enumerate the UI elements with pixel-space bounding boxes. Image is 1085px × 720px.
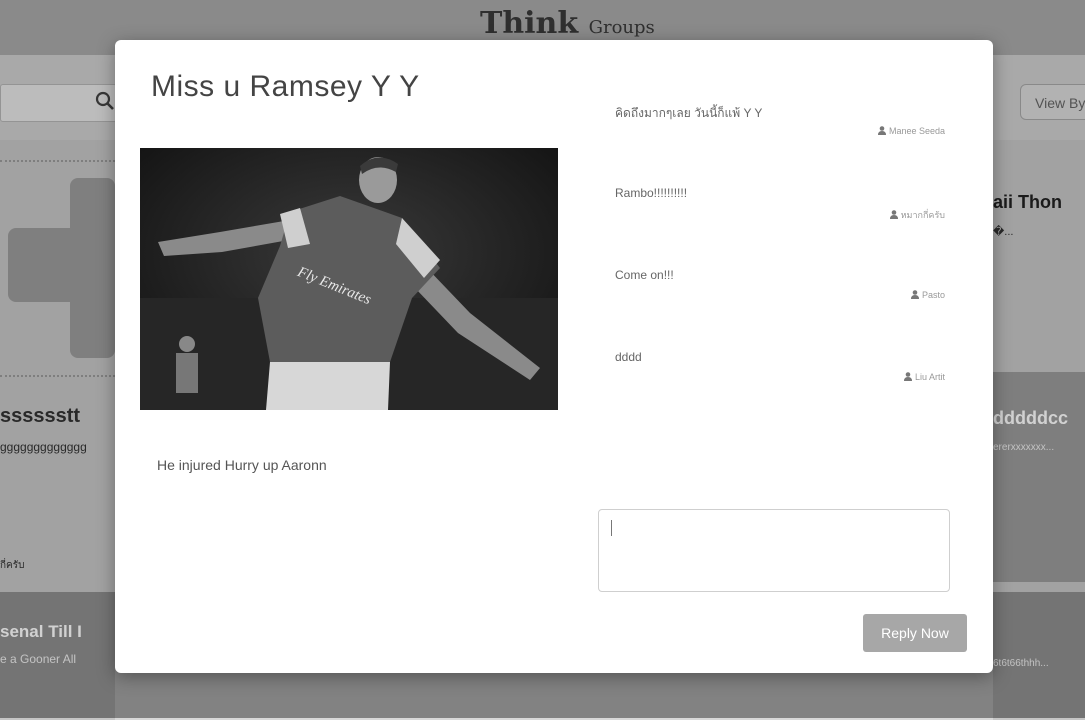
post-title: Miss u Ramsey Y Y [151, 70, 420, 103]
post-body: He injured Hurry up Aaronn [157, 457, 327, 473]
reply-now-button[interactable]: Reply Now [863, 614, 967, 652]
comment-list: คิดถึงมากๆเลย วันนี้ก็แพ้ Y Y Manee Seed… [615, 100, 945, 428]
comment-text: dddd [615, 350, 642, 364]
comment-text: Come on!!! [615, 268, 674, 282]
post-image: Fly Emirates [140, 148, 558, 410]
comment-item: คิดถึงมากๆเลย วันนี้ก็แพ้ Y Y Manee Seed… [615, 100, 945, 182]
comment-author[interactable]: หมากกี่ครับ [889, 208, 945, 222]
reply-textarea[interactable] [598, 509, 950, 592]
post-modal: Miss u Ramsey Y Y Fly Emirates He injure… [115, 40, 993, 673]
comment-item: Rambo!!!!!!!!!! หมากกี่ครับ [615, 182, 945, 264]
user-icon [910, 290, 919, 299]
player-photo: Fly Emirates [140, 148, 558, 410]
comment-text: คิดถึงมากๆเลย วันนี้ก็แพ้ Y Y [615, 106, 763, 120]
text-caret [611, 520, 612, 536]
user-icon [889, 210, 898, 219]
comment-author[interactable]: Pasto [910, 290, 945, 300]
comment-item: dddd Liu Artit [615, 346, 945, 428]
comment-author[interactable]: Liu Artit [903, 372, 945, 382]
user-icon [877, 126, 886, 135]
comment-item: Come on!!! Pasto [615, 264, 945, 346]
comment-author[interactable]: Manee Seeda [877, 126, 945, 136]
user-icon [903, 372, 912, 381]
comment-text: Rambo!!!!!!!!!! [615, 186, 688, 200]
